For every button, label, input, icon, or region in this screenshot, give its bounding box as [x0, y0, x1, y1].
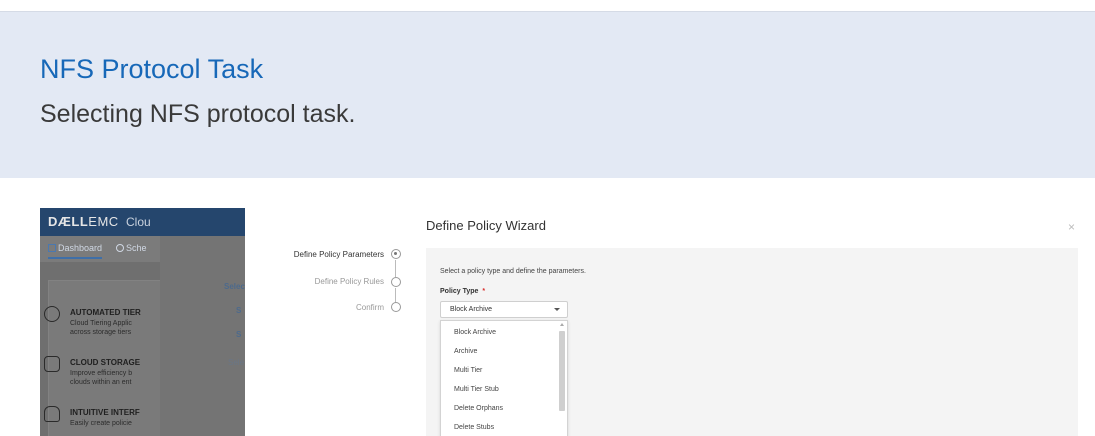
wizard-panel: Select a policy type and define the para…: [426, 248, 1078, 436]
policy-type-label: Policy Type *: [440, 288, 486, 295]
dashboard-side-panel: Selec S S Sele: [160, 236, 245, 436]
dashboard-background: DÆLLEMC Clou Dashboard Sche AUTOMATED TI…: [40, 208, 245, 436]
step-connector: [395, 260, 396, 277]
step-dot-active: [391, 249, 401, 259]
tab-schedule[interactable]: Sche: [116, 243, 147, 253]
slide-subtitle: Selecting NFS protocol task.: [40, 100, 356, 128]
screenshot-area: DÆLLEMC Clou Dashboard Sche AUTOMATED TI…: [0, 178, 1095, 436]
dell-emc-logo: DÆLLEMC: [48, 214, 119, 229]
option-multi-tier[interactable]: Multi Tier: [454, 367, 482, 374]
step-define-policy-parameters[interactable]: Define Policy Parameters: [294, 250, 384, 259]
clock-icon: [116, 244, 124, 252]
wizard-title: Define Policy Wizard: [426, 218, 546, 233]
caret-down-icon: [554, 308, 560, 311]
close-icon[interactable]: ×: [1068, 220, 1075, 234]
dashboard-header: DÆLLEMC Clou: [40, 208, 245, 236]
step-dot: [391, 302, 401, 312]
option-block-archive[interactable]: Block Archive: [454, 329, 496, 336]
tab-dashboard[interactable]: Dashboard: [48, 243, 103, 259]
top-band: [0, 0, 1095, 12]
wizard-steps: Define Policy Parameters Define Policy R…: [250, 248, 410, 328]
step-dot: [391, 277, 401, 287]
wizard-instruction: Select a policy type and define the para…: [440, 268, 586, 275]
step-define-policy-rules[interactable]: Define Policy Rules: [315, 277, 384, 286]
cloud-tiering-icon: [44, 306, 60, 322]
slide-title: NFS Protocol Task: [40, 54, 264, 84]
slide-header: NFS Protocol Task Selecting NFS protocol…: [0, 12, 1095, 178]
cloud-storage-icon: [44, 356, 60, 372]
app-name-partial: Clou: [126, 215, 151, 229]
option-archive[interactable]: Archive: [454, 348, 477, 355]
step-connector: [395, 288, 396, 303]
option-multi-tier-stub[interactable]: Multi Tier Stub: [454, 386, 499, 393]
option-delete-stubs[interactable]: Delete Stubs: [454, 424, 494, 431]
scroll-up-icon[interactable]: [560, 323, 564, 326]
hand-pointer-icon: [44, 406, 60, 422]
option-delete-orphans[interactable]: Delete Orphans: [454, 405, 503, 412]
dropdown-scrollbar[interactable]: [559, 331, 565, 411]
step-confirm[interactable]: Confirm: [356, 303, 384, 312]
grid-icon: [48, 244, 56, 252]
policy-type-dropdown: Block Archive Archive Multi Tier Multi T…: [440, 320, 568, 436]
policy-type-value: Block Archive: [450, 306, 493, 313]
policy-type-select[interactable]: Block Archive: [440, 301, 568, 318]
